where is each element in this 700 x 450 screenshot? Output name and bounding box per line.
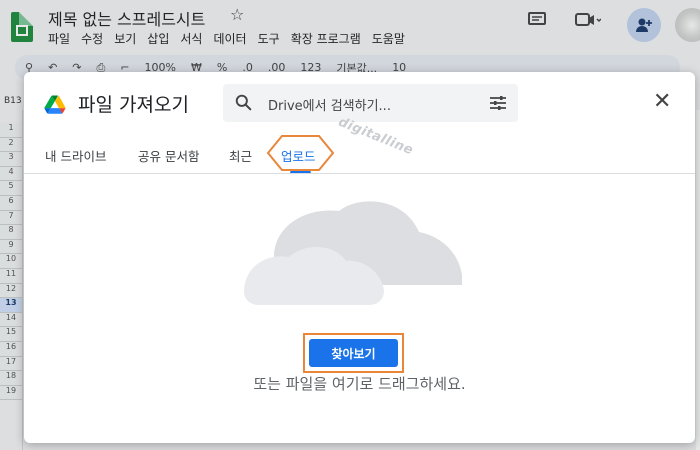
filter-sliders-icon[interactable] [489,95,507,111]
drag-drop-hint: 또는 파일을 여기로 드래그하세요. [253,375,466,393]
tab-recent[interactable]: 최근 [229,146,252,165]
highlight-hexagon [266,135,335,171]
import-file-dialog: 파일 가져오기 Drive에서 검색하기... ✕ 내 드라이브 공유 문서함 … [24,72,695,443]
search-placeholder: Drive에서 검색하기... [268,99,391,114]
google-drive-icon [44,95,66,114]
browse-button[interactable]: 찾아보기 [309,339,398,367]
dialog-title: 파일 가져오기 [78,94,189,116]
cloud-illustration [244,201,462,305]
browse-highlight: 찾아보기 [303,333,404,373]
tab-shared-with-me[interactable]: 공유 문서함 [138,146,199,165]
close-icon[interactable]: ✕ [653,91,671,113]
tab-my-drive[interactable]: 내 드라이브 [45,146,106,165]
drive-search-input[interactable]: Drive에서 검색하기... [223,84,518,122]
search-icon [235,94,252,111]
tab-bar: 내 드라이브 공유 문서함 최근 업로드 [24,142,695,174]
